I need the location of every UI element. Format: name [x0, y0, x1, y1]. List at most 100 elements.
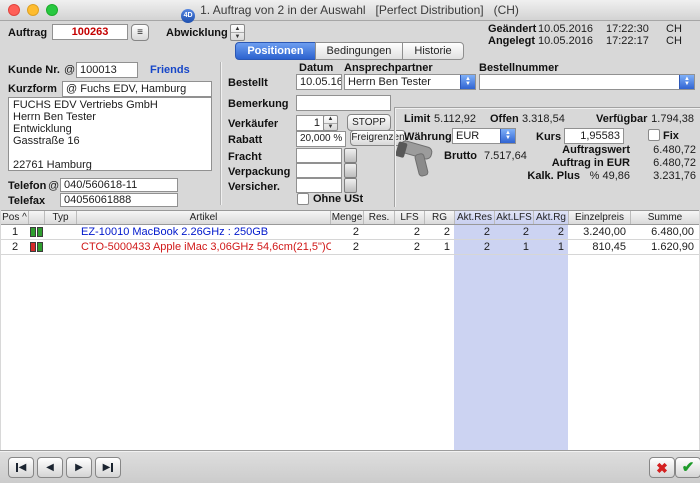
close-window-button[interactable] — [8, 4, 20, 16]
waehrung-select[interactable]: EUR ▲▼ — [452, 128, 516, 144]
first-record-button[interactable]: ◀ — [8, 457, 34, 478]
col-akt-rg[interactable]: Akt.Rg — [534, 211, 569, 224]
cell-summe: 1.620,90 — [631, 240, 699, 254]
first-record-icon — [16, 463, 18, 472]
kunde-nr-field[interactable]: 100013 — [76, 62, 138, 78]
address-box[interactable]: FUCHS EDV Vertriebs GmbH Herrn Ben Teste… — [8, 97, 212, 171]
confirm-check-icon: ✔ — [682, 460, 695, 475]
telefon-field[interactable]: 040/560618-11 — [60, 178, 178, 192]
ansprechpartner-header: Ansprechpartner — [344, 62, 433, 74]
cell-akt-rg: 2 — [534, 225, 569, 239]
cancel-button[interactable]: ✖ — [649, 457, 675, 478]
cell-akt-res: 2 — [455, 225, 495, 239]
tab-positionen[interactable]: Positionen — [235, 42, 315, 60]
cell-summe: 6.480,00 — [631, 225, 699, 239]
verfuegbar-value: 1.794,38 — [646, 113, 694, 125]
cell-status — [29, 240, 45, 254]
window-title-text: 1. Auftrag von 2 in der Auswahl [Perfect… — [200, 3, 519, 17]
4d-logo-icon: 4D — [181, 9, 195, 23]
kurs-field[interactable]: 1,95583 — [564, 128, 624, 144]
col-res[interactable]: Res. — [364, 211, 395, 224]
col-lfs[interactable]: LFS — [395, 211, 425, 224]
col-summe[interactable]: Summe — [631, 211, 699, 224]
col-akt-res[interactable]: Akt.Res — [455, 211, 495, 224]
verkaeufer-field[interactable]: 1 — [296, 115, 324, 131]
versicherung-field[interactable] — [296, 178, 342, 193]
tab-bedingungen[interactable]: Bedingungen — [315, 42, 404, 60]
last-record-button[interactable]: ▶ — [95, 457, 121, 478]
geaendert-label: Geändert — [488, 23, 536, 35]
dropdown-arrows-icon: ▲▼ — [679, 75, 694, 89]
zoom-window-button[interactable] — [46, 4, 58, 16]
kurzform-field[interactable]: @ Fuchs EDV, Hamburg — [62, 81, 212, 97]
next-record-button[interactable]: ▶ — [66, 457, 92, 478]
col-typ[interactable]: Typ — [45, 211, 77, 224]
col-rg[interactable]: RG — [425, 211, 455, 224]
telefax-field[interactable]: 04056061888 — [60, 193, 178, 207]
rabatt-label: Rabatt — [228, 134, 262, 146]
col-pos[interactable]: Pos ^ — [1, 211, 29, 224]
order-totals: Auftragswert 6.480,72 Auftrag in EUR 6.4… — [520, 144, 696, 183]
panel-divider — [220, 62, 221, 205]
cell-pos: 1 — [1, 225, 29, 239]
app-window: 4D 1. Auftrag von 2 in der Auswahl [Perfe… — [0, 0, 700, 483]
verpackung-label: Verpackung — [228, 166, 290, 178]
status-indicator-green — [30, 227, 36, 237]
kurs-label: Kurs — [536, 131, 561, 143]
limit-label: Limit — [404, 113, 430, 125]
stepper-up-icon: ▲ — [231, 25, 244, 33]
bottom-toolbar: ◀ ◀ ▶ ▶ ✖ ✔ — [0, 450, 700, 483]
fix-checkbox[interactable] — [648, 129, 660, 141]
stepper-up-icon: ▲ — [324, 116, 337, 124]
offen-label: Offen — [490, 113, 519, 125]
cell-lfs: 2 — [395, 240, 425, 254]
verfuegbar-label: Verfügbar — [596, 113, 647, 125]
telefax-label: Telefax — [8, 195, 45, 207]
bestellnummer-select[interactable]: ▲▼ — [479, 74, 695, 90]
cell-menge: 2 — [331, 225, 364, 239]
auftrag-eur-label: Auftrag in EUR — [520, 157, 630, 169]
ohne-ust-checkbox[interactable] — [297, 193, 309, 205]
table-row-2[interactable]: 2 CTO-5000433 Apple iMac 3,06GHz 54,6cm(… — [1, 240, 699, 255]
bestellt-label: Bestellt — [228, 77, 268, 89]
verpackung-field[interactable] — [296, 163, 342, 178]
auftrag-number-field[interactable]: 100263 — [52, 24, 128, 40]
titlebar: 4D 1. Auftrag von 2 in der Auswahl [Perfe… — [0, 0, 700, 21]
cell-einzelpreis: 3.240,00 — [569, 225, 631, 239]
positions-table-body[interactable]: 1 EZ-10010 MacBook 2.26GHz : 250GB 2 2 2… — [1, 225, 699, 450]
ansprechpartner-select[interactable]: Herrn Ben Tester ▲▼ — [344, 74, 476, 90]
rabatt-field[interactable]: 20,000 % — [296, 131, 346, 147]
friends-link[interactable]: Friends — [150, 64, 190, 76]
geaendert-user: CH — [666, 23, 682, 35]
previous-record-button[interactable]: ◀ — [37, 457, 63, 478]
versicherung-detail-button[interactable] — [344, 178, 357, 193]
verkaeufer-stepper[interactable]: ▲ ▼ — [323, 115, 338, 131]
col-menge[interactable]: Menge — [331, 211, 364, 224]
bestellnummer-header: Bestellnummer — [479, 62, 558, 74]
versicherung-label: Versicher. — [228, 181, 280, 193]
brutto-label: Brutto — [444, 150, 477, 162]
table-row-1[interactable]: 1 EZ-10010 MacBook 2.26GHz : 250GB 2 2 2… — [1, 225, 699, 240]
abwicklung-stepper[interactable]: ▲ ▼ — [230, 24, 245, 41]
right-arrow-icon: ▶ — [103, 462, 111, 473]
stopp-button[interactable]: STOPP — [347, 114, 391, 131]
last-record-icon — [111, 463, 113, 472]
bemerkung-field[interactable] — [296, 95, 391, 111]
bestellt-date-field[interactable]: 10.05.16 — [296, 74, 342, 90]
datum-header: Datum — [299, 62, 333, 74]
col-akt-lfs[interactable]: Akt.LFS — [495, 211, 534, 224]
auftrag-list-button[interactable]: ≡ — [131, 24, 149, 41]
verpackung-detail-button[interactable] — [344, 163, 357, 178]
tab-bar: Positionen Bedingungen Historie — [0, 42, 700, 60]
col-artikel[interactable]: Artikel — [77, 211, 331, 224]
col-status[interactable] — [29, 211, 45, 224]
col-einzelpreis[interactable]: Einzelpreis — [569, 211, 631, 224]
tab-historie[interactable]: Historie — [402, 42, 463, 60]
cell-lfs: 2 — [395, 225, 425, 239]
fracht-field[interactable] — [296, 148, 342, 163]
fracht-detail-button[interactable] — [344, 148, 357, 163]
minimize-window-button[interactable] — [27, 4, 39, 16]
cell-rg: 1 — [425, 240, 455, 254]
confirm-button[interactable]: ✔ — [675, 457, 700, 478]
verkaeufer-label: Verkäufer — [228, 118, 278, 130]
